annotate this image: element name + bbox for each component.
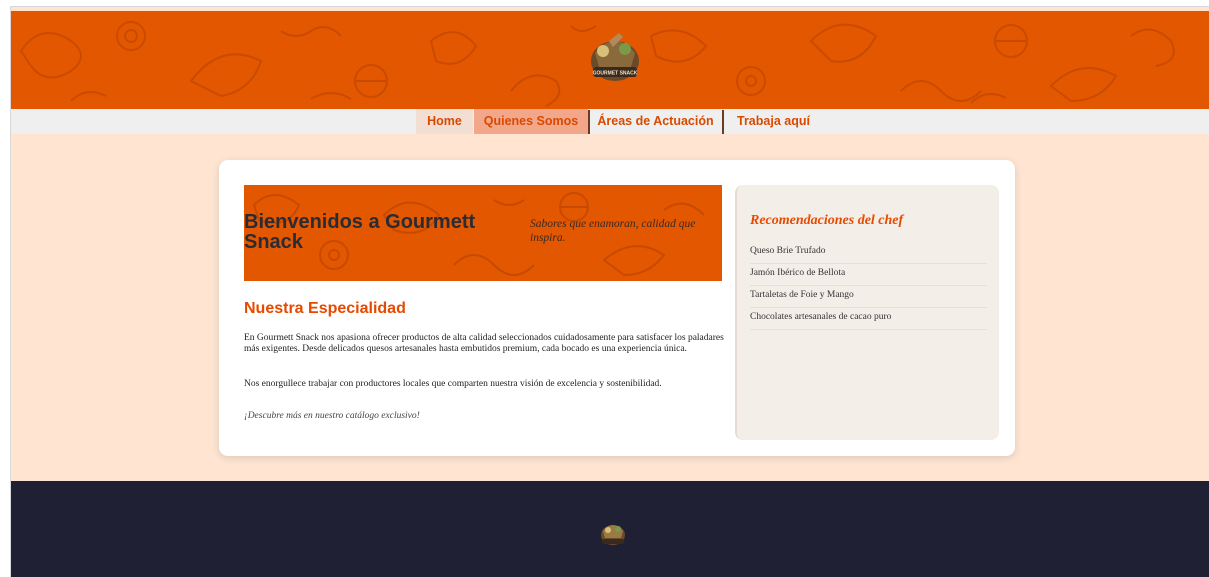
sidebar-title: Recomendaciones del chef [750,213,904,228]
page-frame: GOURMET SNACK Home Quienes Somos Áreas d… [10,6,1209,577]
gourmet-snack-logo[interactable]: GOURMET SNACK [579,29,651,91]
hero-tagline: Sabores que enamoran, calidad que inspir… [530,218,696,244]
main-nav: Home Quienes Somos Áreas de Actuación Tr… [11,109,1209,134]
footer-logo-icon[interactable] [596,518,630,552]
hero-title: Bienvenidos a Gourmett Snack [244,211,476,253]
hero-banner: Bienvenidos a Gourmett Snack Sabores que… [244,185,722,281]
list-item: Chocolates artesanales de cacao puro [750,308,987,330]
logo-text: GOURMET SNACK [593,71,638,77]
section-title: Nuestra Especialidad [244,300,406,317]
header-banner: GOURMET SNACK [11,11,1209,109]
nav-item-home[interactable]: Home [416,109,473,134]
catalog-cta-text: ¡Descubre más en nuestro catálogo exclus… [244,411,420,421]
local-producers-paragraph: Nos enorgullece trabajar con productores… [244,379,662,389]
list-item: Queso Brie Trufado [750,242,987,264]
nav-item-trabaja-aqui[interactable]: Trabaja aquí [723,109,813,134]
nav-item-quienes-somos[interactable]: Quienes Somos [474,109,588,134]
nav-item-areas-de-actuacion[interactable]: Áreas de Actuación [589,109,722,134]
footer [11,481,1209,577]
content-card: Bienvenidos a Gourmett Snack Sabores que… [219,160,1015,456]
intro-paragraph: En Gourmett Snack nos apasiona ofrecer p… [244,333,724,354]
list-item: Tartaletas de Foie y Mango [750,286,987,308]
chef-recommendations-panel: Recomendaciones del chef Queso Brie Truf… [735,185,999,440]
recommendation-list: Queso Brie Trufado Jamón Ibérico de Bell… [750,242,987,330]
list-item: Jamón Ibérico de Bellota [750,264,987,286]
